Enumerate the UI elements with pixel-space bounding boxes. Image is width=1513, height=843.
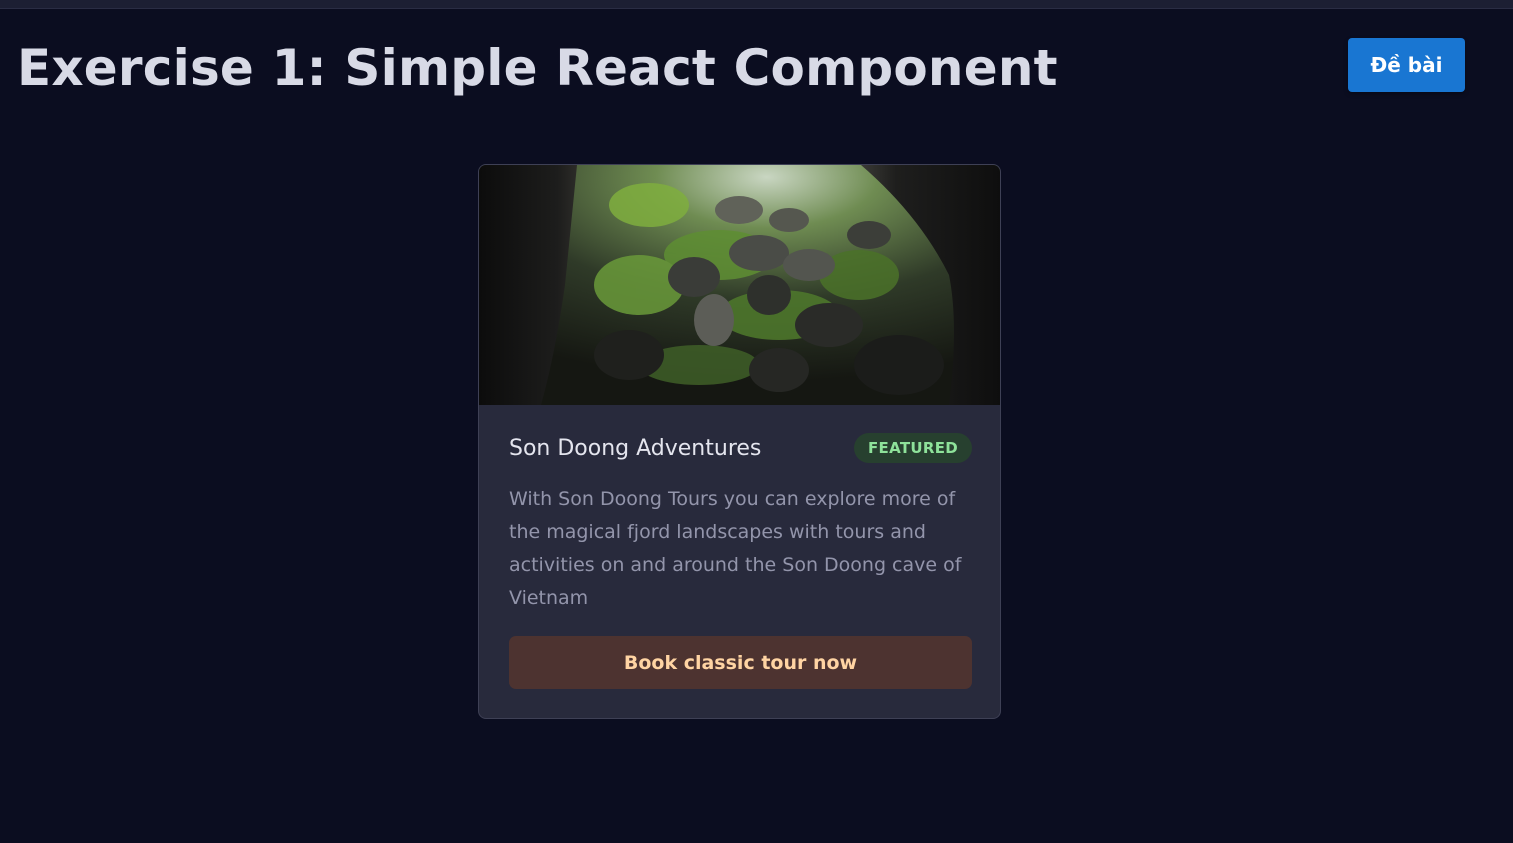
cave-image — [479, 165, 1000, 405]
featured-badge: FEATURED — [854, 433, 972, 463]
browser-top-bar — [0, 0, 1513, 9]
card-description: With Son Doong Tours you can explore mor… — [509, 488, 962, 609]
tour-card: Son Doong Adventures FEATURED With Son D… — [478, 164, 1001, 719]
card-title: Son Doong Adventures — [509, 436, 762, 461]
page-title: Exercise 1: Simple React Component — [17, 39, 1058, 97]
book-tour-button[interactable]: Book classic tour now — [509, 636, 972, 689]
de-bai-button[interactable]: Đề bài — [1348, 38, 1465, 92]
